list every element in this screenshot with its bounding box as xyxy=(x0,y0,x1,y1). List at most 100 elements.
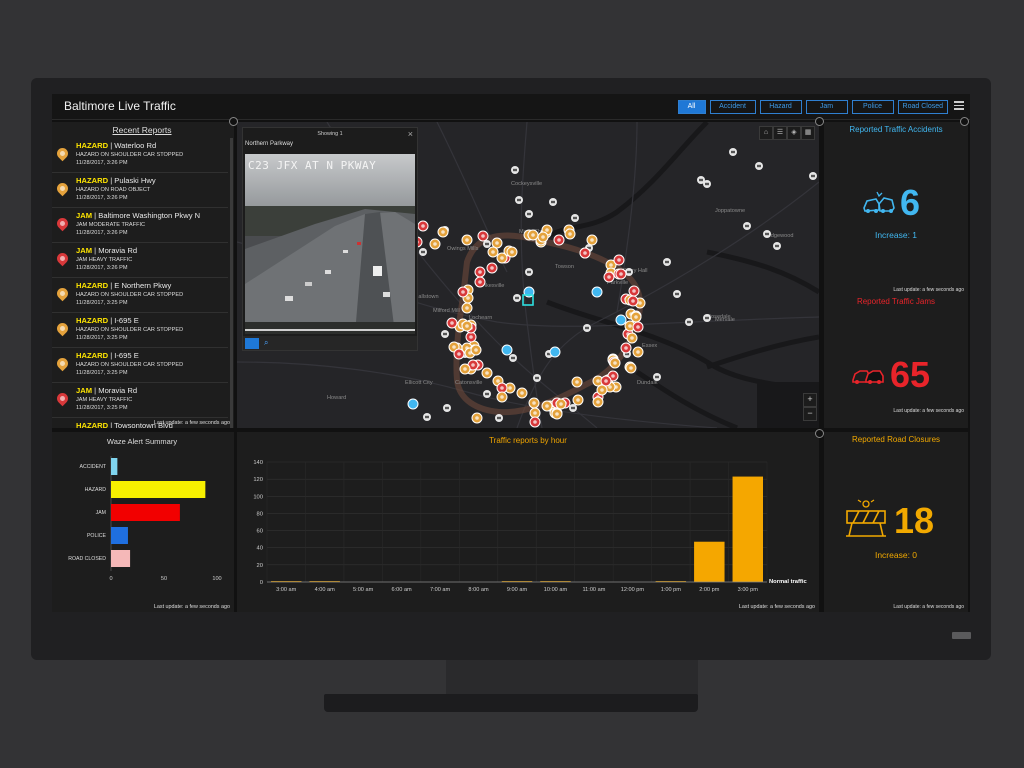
map-camera-icon[interactable] xyxy=(511,166,519,174)
filter-jam-button[interactable]: Jam xyxy=(805,100,848,114)
map-marker-icon[interactable] xyxy=(553,234,565,246)
map-marker-icon[interactable] xyxy=(592,396,604,408)
map-marker-icon[interactable] xyxy=(586,234,598,246)
map-marker-icon[interactable] xyxy=(596,384,608,396)
map-marker-icon[interactable] xyxy=(632,346,644,358)
map-marker-icon[interactable] xyxy=(461,302,473,314)
map-camera-icon[interactable] xyxy=(419,248,427,256)
map-camera-icon[interactable] xyxy=(549,198,557,206)
filter-all-button[interactable]: All xyxy=(677,100,706,114)
map-accident-marker-icon[interactable] xyxy=(501,344,513,356)
map-camera-icon[interactable] xyxy=(663,258,671,266)
map-marker-icon[interactable] xyxy=(600,375,612,387)
map-camera-icon[interactable] xyxy=(763,230,771,238)
map-marker-icon[interactable] xyxy=(579,247,591,259)
map-camera-icon[interactable] xyxy=(571,214,579,222)
report-list-item[interactable]: HAZARD | I-695 E HAZARD ON SHOULDER CAR S… xyxy=(52,348,228,383)
report-list-item[interactable]: HAZARD | E Northern Pkwy HAZARD ON SHOULD… xyxy=(52,278,228,313)
map-marker-icon[interactable] xyxy=(541,400,553,412)
map-camera-icon[interactable] xyxy=(755,162,763,170)
popup-close-icon[interactable]: × xyxy=(408,129,413,139)
map-camera-icon[interactable] xyxy=(583,324,591,332)
map-camera-icon[interactable] xyxy=(703,180,711,188)
map-marker-icon[interactable] xyxy=(572,394,584,406)
map-marker-icon[interactable] xyxy=(486,262,498,274)
map-marker-icon[interactable] xyxy=(571,376,583,388)
qr-icon[interactable]: ▦ xyxy=(801,126,815,140)
map-camera-icon[interactable] xyxy=(569,404,577,412)
map-marker-icon[interactable] xyxy=(496,391,508,403)
layers-icon[interactable]: ◈ xyxy=(787,126,801,140)
zoom-to-icon[interactable]: ⌕ xyxy=(264,338,268,348)
map-marker-icon[interactable] xyxy=(630,311,642,323)
map-marker-icon[interactable] xyxy=(555,398,567,410)
panel-resize-handle[interactable] xyxy=(960,117,969,126)
map-marker-icon[interactable] xyxy=(528,397,540,409)
map-camera-icon[interactable] xyxy=(513,294,521,302)
map-marker-icon[interactable] xyxy=(477,230,489,242)
filter-police-button[interactable]: Police xyxy=(851,100,894,114)
map-camera-icon[interactable] xyxy=(685,318,693,326)
map-camera-icon[interactable] xyxy=(525,268,533,276)
home-icon[interactable]: ⌂ xyxy=(759,126,773,140)
map-marker-icon[interactable] xyxy=(609,357,621,369)
filter-road-closed-button[interactable]: Road Closed xyxy=(897,100,948,114)
map-camera-icon[interactable] xyxy=(483,390,491,398)
map-camera-icon[interactable] xyxy=(515,196,523,204)
map-marker-icon[interactable] xyxy=(628,285,640,297)
map-marker-icon[interactable] xyxy=(603,271,615,283)
map-marker-icon[interactable] xyxy=(453,348,465,360)
map-marker-icon[interactable] xyxy=(461,234,473,246)
map-camera-icon[interactable] xyxy=(743,222,751,230)
map-camera-icon[interactable] xyxy=(673,290,681,298)
filter-hazard-button[interactable]: Hazard xyxy=(759,100,802,114)
map-marker-icon[interactable] xyxy=(527,229,539,241)
panel-resize-handle[interactable] xyxy=(229,117,238,126)
map-marker-icon[interactable] xyxy=(615,268,627,280)
map-marker-icon[interactable] xyxy=(470,344,482,356)
map-marker-icon[interactable] xyxy=(620,342,632,354)
map-marker-icon[interactable] xyxy=(564,228,576,240)
map-marker-icon[interactable] xyxy=(481,367,493,379)
map-accident-marker-icon[interactable] xyxy=(615,314,627,326)
map-camera-icon[interactable] xyxy=(703,314,711,322)
map-marker-icon[interactable] xyxy=(626,332,638,344)
map-marker-icon[interactable] xyxy=(491,237,503,249)
filter-accident-button[interactable]: Accident xyxy=(709,100,756,114)
map-marker-icon[interactable] xyxy=(437,226,449,238)
map-marker-icon[interactable] xyxy=(627,295,639,307)
map-camera-icon[interactable] xyxy=(729,148,737,156)
hamburger-menu-icon[interactable] xyxy=(954,101,964,110)
map-marker-icon[interactable] xyxy=(625,362,637,374)
map-marker-icon[interactable] xyxy=(429,238,441,250)
map-marker-icon[interactable] xyxy=(471,412,483,424)
report-list-item[interactable]: HAZARD | Waterloo Rd HAZARD ON SHOULDER C… xyxy=(52,138,228,173)
map-marker-icon[interactable] xyxy=(459,363,471,375)
map-marker-icon[interactable] xyxy=(551,408,563,420)
map-camera-icon[interactable] xyxy=(653,373,661,381)
panel-resize-handle[interactable] xyxy=(815,429,824,438)
map-marker-icon[interactable] xyxy=(474,276,486,288)
map-camera-icon[interactable] xyxy=(423,413,431,421)
report-list-item[interactable]: JAM | Moravia Rd JAM HEAVY TRAFFIC 11/28/2… xyxy=(52,383,228,418)
map-marker-icon[interactable] xyxy=(417,220,429,232)
map-camera-icon[interactable] xyxy=(495,414,503,422)
map-marker-icon[interactable] xyxy=(474,266,486,278)
map-camera-icon[interactable] xyxy=(809,172,817,180)
report-list-item[interactable]: HAZARD | I-695 E HAZARD ON SHOULDER CAR S… xyxy=(52,313,228,348)
map-camera-icon[interactable] xyxy=(525,210,533,218)
panel-resize-handle[interactable] xyxy=(815,117,824,126)
map-camera-icon[interactable] xyxy=(509,354,517,362)
map-accident-marker-icon[interactable] xyxy=(591,286,603,298)
map-marker-icon[interactable] xyxy=(613,254,625,266)
report-list-item[interactable]: JAM | Baltimore Washington Pkwy N JAM MOD… xyxy=(52,208,228,243)
report-list-item[interactable]: JAM | Moravia Rd JAM HEAVY TRAFFIC 11/28/2… xyxy=(52,243,228,278)
map-marker-icon[interactable] xyxy=(506,246,518,258)
recent-reports-scrollbar[interactable] xyxy=(230,138,233,428)
map-camera-icon[interactable] xyxy=(443,404,451,412)
map-marker-icon[interactable] xyxy=(457,286,469,298)
report-list-item[interactable]: HAZARD | Pulaski Hwy HAZARD ON ROAD OBJEC… xyxy=(52,173,228,208)
map-accident-marker-icon[interactable] xyxy=(407,398,419,410)
map-marker-icon[interactable] xyxy=(461,320,473,332)
map-camera-icon[interactable] xyxy=(773,242,781,250)
